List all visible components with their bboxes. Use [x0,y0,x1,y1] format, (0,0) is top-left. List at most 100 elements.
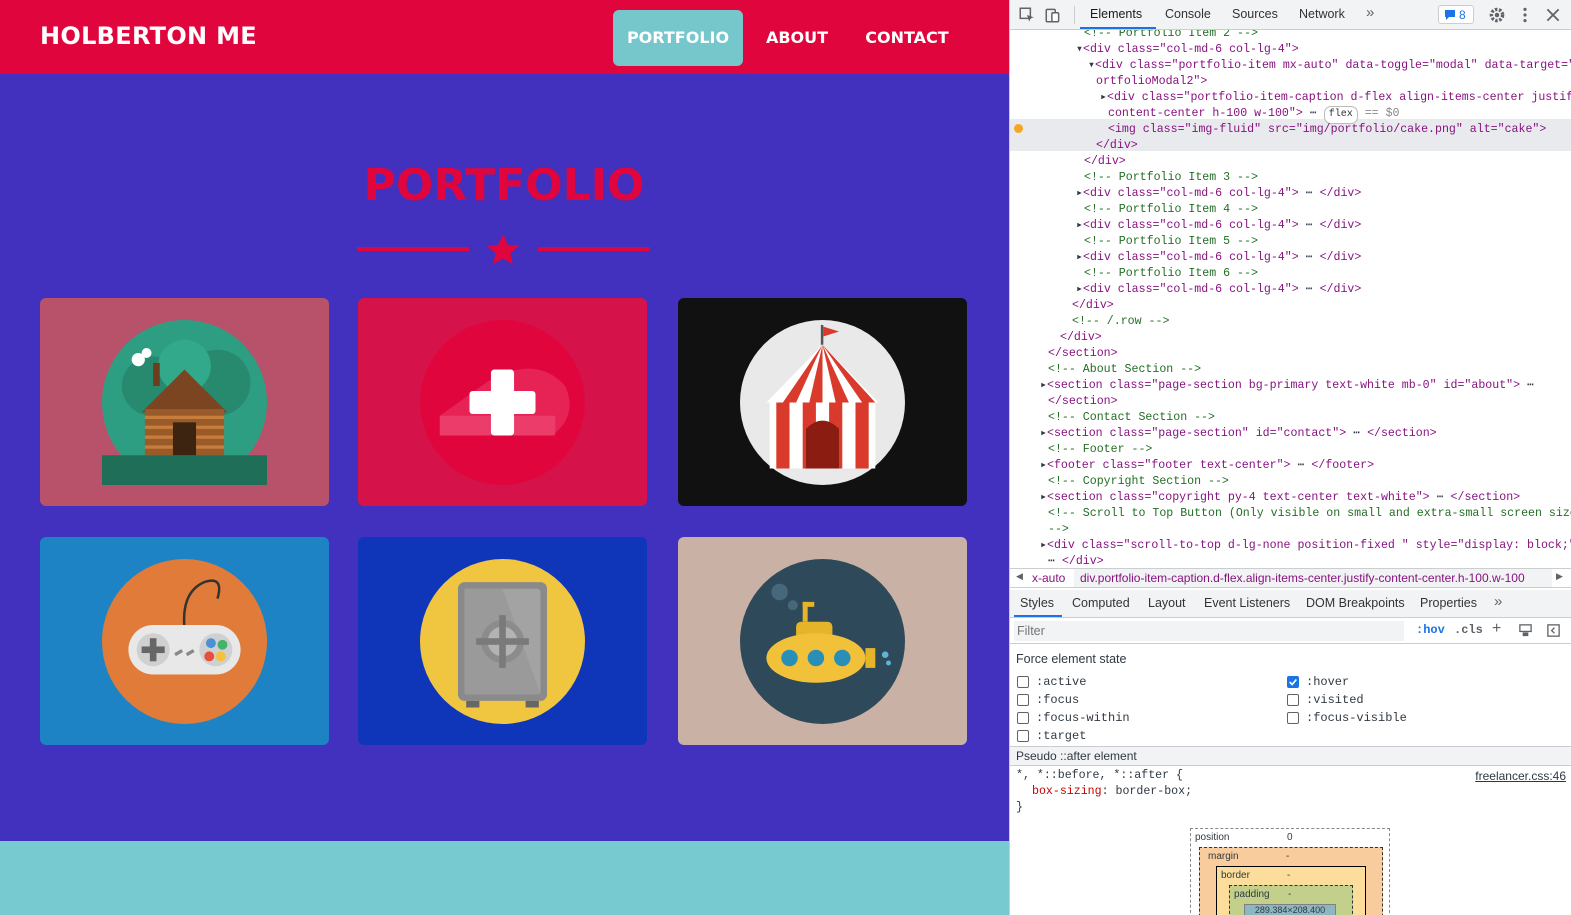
dom-line[interactable]: <img class="img-fluid" src="img/portfoli… [1108,123,1546,136]
active-tab-indicator [1080,27,1156,29]
dom-line[interactable]: <section class="copyright py-4 text-cent… [1047,491,1430,504]
tab-network[interactable]: Network [1299,7,1345,21]
nav-link-contact[interactable]: CONTACT [852,10,962,66]
dom-line-close: </div> [1319,283,1362,296]
dom-line[interactable]: </div> [1084,155,1126,168]
divider-line-right [538,247,650,251]
box-padding-label: padding [1234,889,1270,900]
dom-comment[interactable]: <!-- Portfolio Item 4 --> [1084,203,1258,216]
game-controller-image [102,559,267,724]
box-position-value[interactable]: 0 [1287,832,1293,843]
dom-line[interactable]: <div class="scroll-to-top d-lg-none posi… [1047,539,1571,552]
inspect-element-icon[interactable] [1018,6,1036,24]
portfolio-item-cabin[interactable] [40,298,329,506]
devtools-toolbar: Elements Console Sources Network » 8 [1010,0,1571,30]
devtools-panel: Elements Console Sources Network » 8 <!-… [1009,0,1571,915]
dom-comment[interactable]: <!-- Scroll to Top Button (Only visible … [1048,507,1571,520]
tab-styles[interactable]: Styles [1020,596,1054,610]
toggle-sidebar-icon[interactable] [1546,623,1561,638]
dom-line[interactable]: <div class="col-md-6 col-lg-4"> [1083,187,1299,200]
dom-comment[interactable]: <!-- Portfolio Item 5 --> [1084,235,1258,248]
dom-comment[interactable]: --> [1048,523,1069,536]
portfolio-item-circus[interactable] [678,298,967,506]
dom-line[interactable]: <div class="col-md-6 col-lg-4"> [1083,283,1299,296]
rule-source-link[interactable]: freelancer.css:46 [1475,768,1566,784]
dom-comment[interactable]: <!-- /.row --> [1072,315,1169,328]
portfolio-item-cake[interactable] [358,298,647,506]
dom-line[interactable]: <div class="col-md-6 col-lg-4"> [1083,219,1299,232]
dom-line[interactable]: </div> [1062,555,1104,568]
dom-comment[interactable]: <!-- Portfolio Item 6 --> [1084,267,1258,280]
cake-image [420,320,585,485]
nav-link-about[interactable]: ABOUT [752,10,842,66]
box-margin: margin - border - padding - 289.384×208.… [1199,847,1383,915]
dom-comment[interactable]: <!-- Copyright Section --> [1048,475,1229,488]
portfolio-item-game[interactable] [40,537,329,745]
tab-event-listeners[interactable]: Event Listeners [1204,596,1290,610]
dom-line-close: </div> [1319,219,1362,232]
breadcrumb-current[interactable]: div.portfolio-item-caption.d-flex.align-… [1074,569,1552,587]
portfolio-item-submarine[interactable] [678,537,967,745]
box-padding-value[interactable]: - [1288,889,1291,900]
dom-line[interactable]: <!-- Portfolio Item 2 --> [1084,30,1258,40]
more-tabs-button[interactable]: » [1366,4,1374,21]
breadcrumb-scroll-left-icon[interactable]: ◀ [1016,571,1023,582]
dom-line[interactable]: ortfolioModal2"> [1096,75,1207,88]
dom-line-close: </section> [1367,427,1437,440]
new-style-rule-icon[interactable]: + [1492,620,1501,638]
dom-line[interactable]: <div class="col-md-6 col-lg-4"> [1083,43,1299,56]
toggle-rendering-emulations-icon[interactable] [1518,623,1533,638]
dom-comment[interactable]: <!-- Portfolio Item 3 --> [1084,171,1258,184]
issues-icon [1445,10,1455,20]
dom-line[interactable]: <footer class="footer text-center"> [1047,459,1291,472]
styles-filter-input[interactable] [1014,621,1404,641]
tab-console[interactable]: Console [1165,7,1211,21]
dom-line[interactable]: </section> [1048,395,1118,408]
hov-toggle[interactable]: :hov [1416,623,1445,637]
dom-line[interactable]: </section> [1048,347,1118,360]
box-border-value[interactable]: - [1287,870,1290,881]
dom-line[interactable]: </div> [1096,139,1138,152]
breadcrumb-prev[interactable]: x-auto [1032,571,1065,585]
dom-line[interactable]: <div class="portfolio-item mx-auto" data… [1095,59,1571,72]
dom-line-selected[interactable]: <div class="portfolio-item-caption d-fle… [1107,91,1571,104]
box-content[interactable]: 289.384×208.400 [1244,904,1336,915]
dom-line[interactable]: <div class="col-md-6 col-lg-4"> [1083,251,1299,264]
dom-comment[interactable]: <!-- About Section --> [1048,363,1201,376]
dom-comment[interactable]: <!-- Footer --> [1048,443,1152,456]
tab-sources[interactable]: Sources [1232,7,1278,21]
nav-link-portfolio[interactable]: PORTFOLIO [613,10,743,66]
navbar: HOLBERTON ME PORTFOLIO ABOUT CONTACT [0,0,1009,74]
brand-logo[interactable]: HOLBERTON ME [40,22,257,50]
dom-breadcrumb: ◀ x-auto div.portfolio-item-caption.d-fl… [1010,568,1571,588]
active-subtab-indicator [1014,615,1062,617]
dom-line[interactable]: <section class="page-section" id="contac… [1047,427,1346,440]
kebab-menu-icon[interactable] [1516,6,1534,24]
pseudo-element-header: Pseudo ::after element [1010,746,1571,766]
more-subtabs-button[interactable]: » [1494,593,1502,610]
tab-properties[interactable]: Properties [1420,596,1477,610]
settings-gear-icon[interactable] [1488,6,1506,24]
divider-line-left [357,247,469,251]
tab-computed[interactable]: Computed [1072,596,1130,610]
dom-line[interactable]: </div> [1060,331,1102,344]
tab-elements[interactable]: Elements [1090,7,1142,21]
box-margin-value[interactable]: - [1286,851,1289,862]
device-toolbar-icon[interactable] [1044,6,1062,24]
portfolio-item-safe[interactable] [358,537,647,745]
close-devtools-icon[interactable] [1544,6,1562,24]
box-position-label: position [1195,832,1230,843]
dom-line[interactable]: <section class="page-section bg-primary … [1047,379,1520,392]
dom-line[interactable]: </div> [1072,299,1114,312]
box-model-diagram: position 0 margin - border - padding - 2… [1190,828,1390,915]
tab-layout[interactable]: Layout [1148,596,1186,610]
dom-line-selected[interactable]: content-center h-100 w-100"> [1108,107,1303,120]
submarine-image [740,559,905,724]
issues-badge[interactable]: 8 [1438,5,1474,24]
tab-dom-breakpoints[interactable]: DOM Breakpoints [1306,596,1405,610]
breadcrumb-scroll-right-icon[interactable]: ▶ [1556,571,1563,582]
dom-comment[interactable]: <!-- Contact Section --> [1048,411,1215,424]
rule-value[interactable]: border-box; [1116,785,1193,798]
cls-toggle[interactable]: .cls [1454,623,1483,637]
rule-property[interactable]: box-sizing [1032,785,1102,798]
